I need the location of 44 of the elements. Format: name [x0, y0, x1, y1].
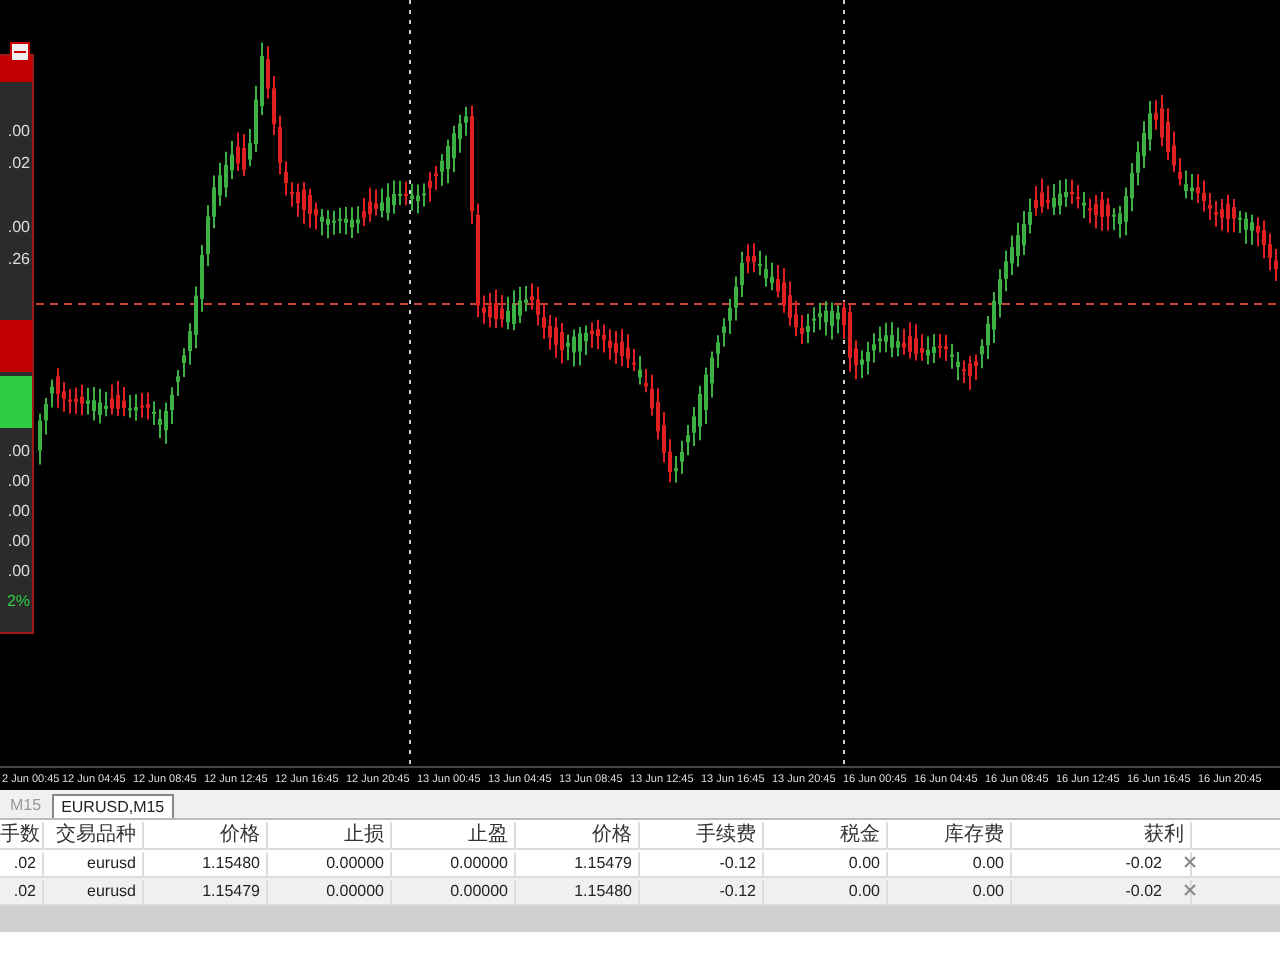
panel-value: .26 [7, 248, 32, 272]
table-cell: 1.15479 [516, 851, 640, 875]
table-cell: .02 [0, 879, 44, 903]
table-cell: -0.12 [640, 879, 764, 903]
table-cell: 1.15480 [144, 851, 268, 875]
column-header: 交易品种 [44, 821, 144, 847]
table-cell: -0.02 [1012, 851, 1192, 875]
column-header: 库存费 [888, 821, 1012, 847]
chart-tab[interactable]: EURUSD,M15 [51, 794, 175, 818]
table-cell: eurusd [44, 879, 144, 903]
panel-value: .02 [7, 152, 32, 176]
table-cell: -0.12 [640, 851, 764, 875]
column-header: 止损 [268, 821, 392, 847]
column-header: 止盈 [392, 821, 516, 847]
table-cell: eurusd [44, 851, 144, 875]
table-cell: 0.00000 [268, 851, 392, 875]
column-header: 税金 [764, 821, 888, 847]
table-cell: 0.00 [888, 851, 1012, 875]
panel-stat: .00 [7, 530, 32, 554]
close-icon[interactable] [1184, 856, 1196, 868]
panel-stat: .00 [7, 500, 32, 524]
panel-stat: .00 [7, 560, 32, 584]
panel-value: .00 [7, 216, 32, 240]
table-cell: 0.00 [764, 879, 888, 903]
close-icon[interactable] [1184, 884, 1196, 896]
column-header: 手数 [0, 821, 44, 847]
minimize-icon[interactable] [10, 42, 30, 62]
table-cell: 0.00000 [268, 879, 392, 903]
column-header: 价格 [516, 821, 640, 847]
table-cell: 1.15479 [144, 879, 268, 903]
table-cell: 1.15480 [516, 879, 640, 903]
column-header: 手续费 [640, 821, 764, 847]
table-cell: .02 [0, 851, 44, 875]
panel-stat: .00 [7, 470, 32, 494]
table-cell: 0.00000 [392, 851, 516, 875]
panel-value: .00 [7, 120, 32, 144]
table-cell: -0.02 [1012, 879, 1192, 903]
column-header: 获利 [1012, 821, 1192, 847]
table-cell: 0.00000 [392, 879, 516, 903]
panel-percent: 2% [6, 590, 32, 614]
panel-stat: .00 [7, 440, 32, 464]
column-header: 价格 [144, 821, 268, 847]
table-cell: 0.00 [888, 879, 1012, 903]
table-cell: 0.00 [764, 851, 888, 875]
